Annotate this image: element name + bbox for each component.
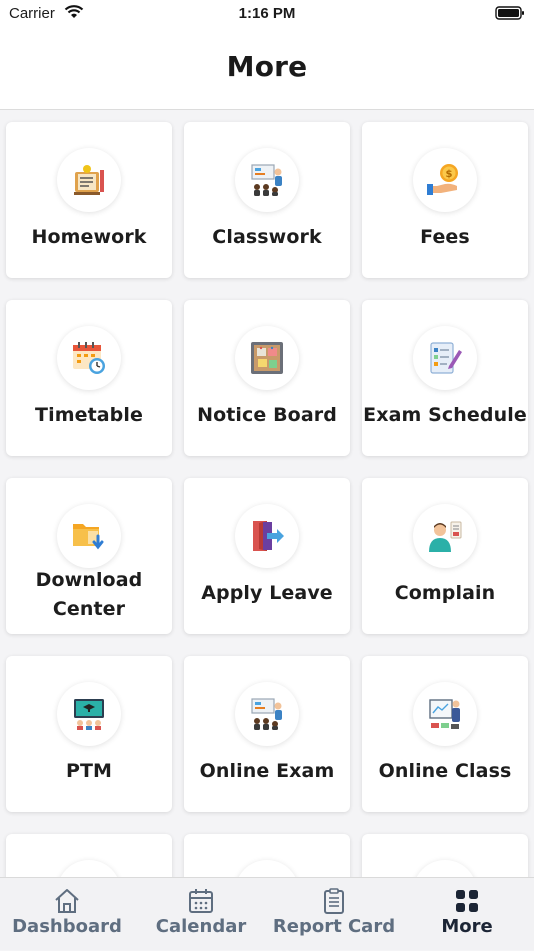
tile-ptm[interactable]: PTM — [6, 656, 172, 812]
tile-online-class[interactable]: Online Class — [362, 656, 528, 812]
meeting-screen-icon — [57, 682, 121, 746]
partial-tile-icon — [235, 860, 299, 877]
tile-partial-1[interactable] — [6, 834, 172, 877]
tile-exam-schedule[interactable]: Exam Schedule — [362, 300, 528, 456]
bottom-tab-bar: Dashboard Calendar Report Card More — [0, 877, 534, 950]
clipboard-list-icon — [324, 888, 344, 914]
page-title: More — [226, 50, 308, 83]
tile-partial-3[interactable] — [362, 834, 528, 877]
tile-online-class-label: Online Class — [378, 760, 512, 782]
status-time: 1:16 PM — [238, 5, 296, 22]
tab-report-card-label: Report Card — [272, 916, 396, 937]
tab-more[interactable]: More — [400, 878, 534, 951]
tile-homework-label: Homework — [31, 226, 147, 248]
status-bar: Carrier 1:16 PM — [0, 0, 534, 28]
classroom-board-icon — [235, 682, 299, 746]
tile-apply-leave[interactable]: Apply Leave — [184, 478, 350, 634]
tile-exam-schedule-label: Exam Schedule — [363, 404, 527, 426]
tile-download-center-label-line1: Download — [35, 569, 143, 591]
tile-fees-label: Fees — [420, 226, 470, 248]
tile-classwork[interactable]: Classwork — [184, 122, 350, 278]
tile-download-center-label-line2: Center — [52, 598, 126, 620]
tab-calendar-label: Calendar — [155, 916, 247, 937]
tab-more-label: More — [441, 916, 493, 937]
menu-grid: Homework Classwork $ Fees Timetable Noti… — [0, 110, 534, 877]
teacher-whiteboard-icon — [413, 682, 477, 746]
tab-calendar[interactable]: Calendar — [134, 878, 268, 951]
homework-book-icon — [57, 148, 121, 212]
tab-dashboard-label: Dashboard — [12, 916, 122, 937]
tile-ptm-label: PTM — [65, 760, 113, 782]
pinboard-icon — [235, 326, 299, 390]
tab-report-card[interactable]: Report Card — [267, 878, 401, 951]
exit-door-icon — [235, 504, 299, 568]
tab-dashboard[interactable]: Dashboard — [0, 878, 134, 951]
tile-complain[interactable]: Complain — [362, 478, 528, 634]
tile-timetable-label: Timetable — [35, 404, 143, 426]
home-icon — [55, 889, 79, 913]
person-complaint-icon — [413, 504, 477, 568]
folder-download-icon — [57, 504, 121, 568]
tile-download-center[interactable]: Download Center — [6, 478, 172, 634]
svg-text:$: $ — [446, 169, 453, 180]
tile-partial-2[interactable] — [184, 834, 350, 877]
tile-download-center-label: Download Center — [6, 566, 172, 624]
tile-notice-board[interactable]: Notice Board — [184, 300, 350, 456]
checklist-pencil-icon — [413, 326, 477, 390]
battery-icon — [495, 6, 525, 24]
tile-fees[interactable]: $ Fees — [362, 122, 528, 278]
partial-tile-icon — [413, 860, 477, 877]
classroom-board-icon — [235, 148, 299, 212]
partial-tile-icon — [57, 860, 121, 877]
tile-timetable[interactable]: Timetable — [6, 300, 172, 456]
tile-online-exam-label: Online Exam — [199, 760, 335, 782]
tile-notice-board-label: Notice Board — [197, 404, 337, 426]
page-header: More — [0, 28, 534, 110]
tile-online-exam[interactable]: Online Exam — [184, 656, 350, 812]
calendar-icon — [189, 889, 213, 913]
grid-icon — [456, 890, 478, 912]
tile-apply-leave-label: Apply Leave — [201, 582, 333, 604]
calendar-clock-icon — [57, 326, 121, 390]
tile-complain-label: Complain — [394, 582, 496, 604]
hand-coin-icon: $ — [413, 148, 477, 212]
tile-homework[interactable]: Homework — [6, 122, 172, 278]
tile-classwork-label: Classwork — [212, 226, 322, 248]
